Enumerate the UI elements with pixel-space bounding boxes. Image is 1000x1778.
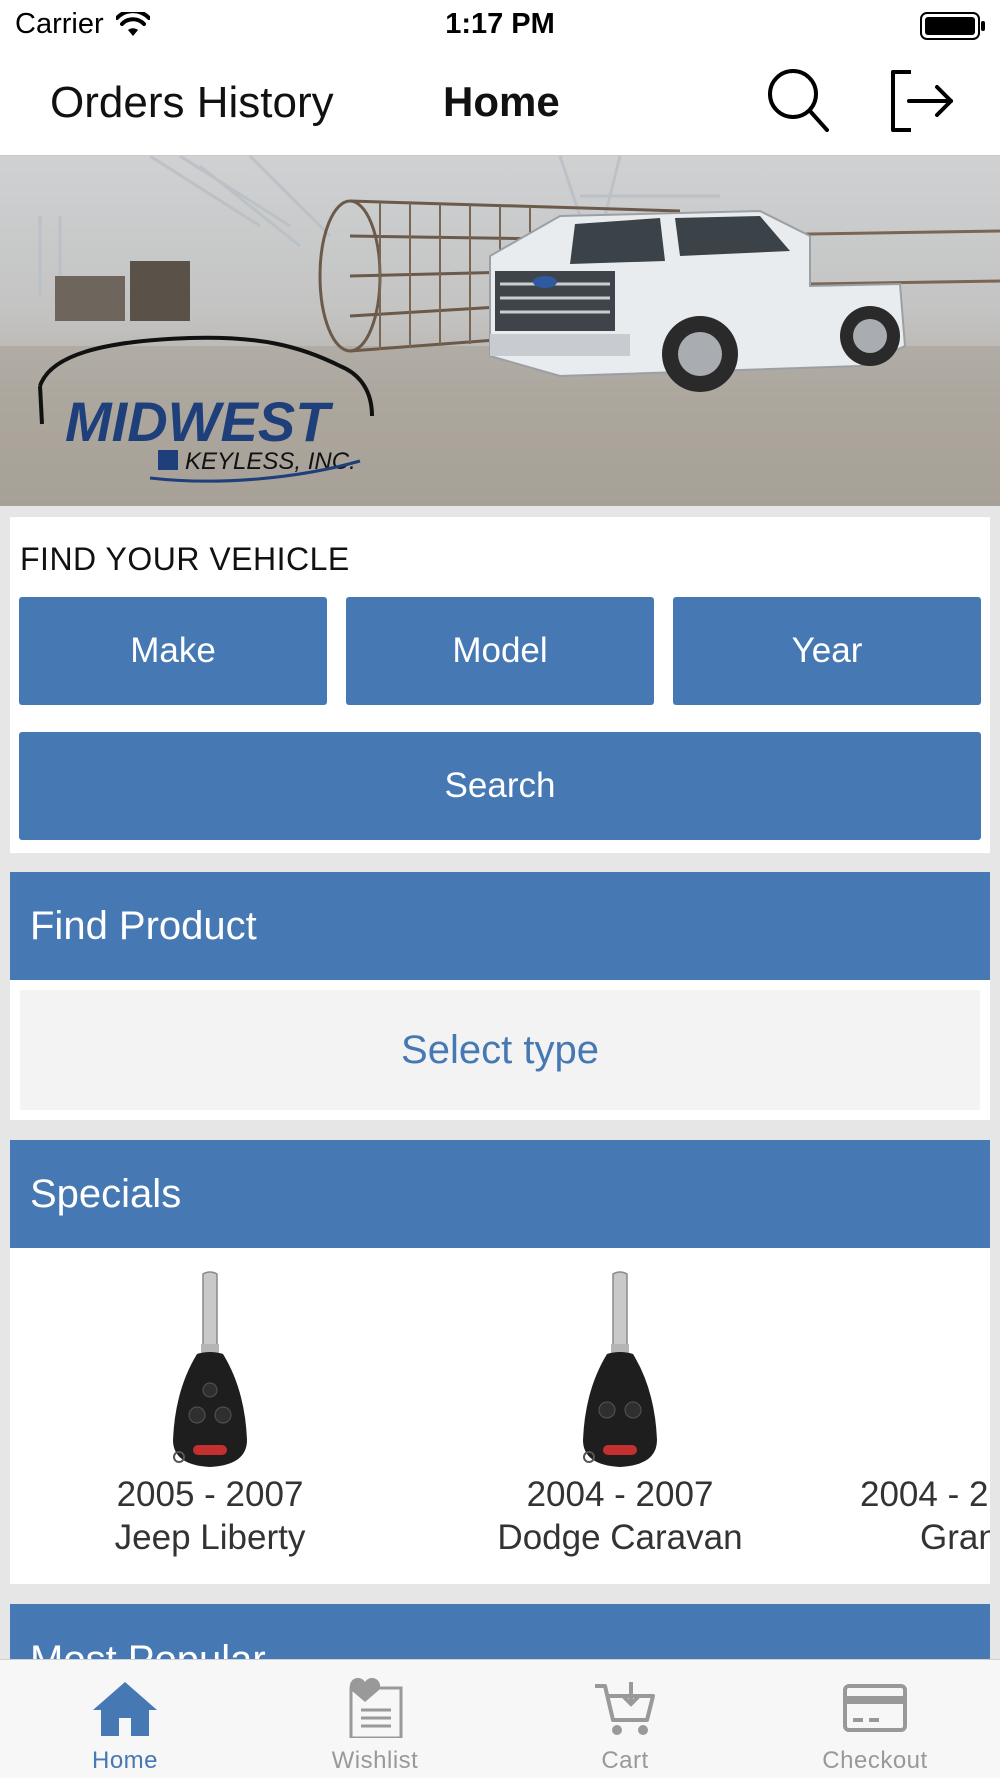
nav-bar: Orders History Home [0,52,1000,156]
special-product-card[interactable]: 2005 - 2007 Jeep Liberty [10,1248,410,1584]
tab-bar: Home Wishlist Cart Checkout [0,1659,1000,1778]
model-button[interactable]: Model [346,597,654,705]
search-button[interactable]: Search [19,732,981,840]
status-bar: Carrier 1:17 PM [0,0,1000,52]
tab-wishlist[interactable]: Wishlist [250,1660,500,1778]
banner-illustration: MIDWEST KEYLESS, INC. [0,156,1000,506]
tab-home-label: Home [91,1747,159,1774]
special-product-card[interactable]: 2004 - 2 Grand [830,1248,990,1584]
find-product-header: Find Product [10,872,990,980]
cart-icon [595,1682,655,1735]
make-button[interactable]: Make [19,597,327,705]
key-fob-image [173,1271,247,1467]
orders-history-link[interactable]: Orders History [50,78,334,128]
search-icon[interactable] [765,66,831,136]
product-name: Dodge Caravan [497,1518,743,1557]
tab-home[interactable]: Home [0,1660,250,1778]
tab-wishlist-label: Wishlist [331,1747,419,1774]
find-vehicle-title: FIND YOUR VEHICLE [20,541,350,577]
select-type-button[interactable]: Select type [20,990,980,1110]
tab-cart-label: Cart [601,1747,649,1774]
home-title[interactable]: Home [443,78,560,126]
status-time: 1:17 PM [445,8,555,40]
product-name: Jeep Liberty [114,1518,306,1557]
svg-text:KEYLESS, INC.: KEYLESS, INC. [185,448,356,475]
specials-carousel[interactable]: 2005 - 2007 Jeep Liberty 2004 - 2007 Dod… [10,1248,990,1584]
key-fob-image [985,1270,990,1470]
special-product-card[interactable]: 2004 - 2007 Dodge Caravan [420,1248,820,1584]
tab-checkout[interactable]: Checkout [750,1660,1000,1778]
product-name: Grand [920,1518,990,1557]
product-years: 2004 - 2007 [526,1475,714,1514]
year-button[interactable]: Year [673,597,981,705]
find-vehicle-card: FIND YOUR VEHICLE Make Model Year Search [10,517,990,853]
wishlist-icon [349,1678,403,1738]
key-fob-image [583,1271,657,1467]
tab-checkout-label: Checkout [822,1747,928,1774]
product-years: 2005 - 2007 [116,1475,304,1514]
battery-icon [920,12,985,40]
svg-text:MIDWEST: MIDWEST [65,390,334,453]
pickup-truck [489,209,907,392]
tab-cart[interactable]: Cart [500,1660,750,1778]
logout-icon[interactable] [887,66,955,136]
banner-image: MIDWEST KEYLESS, INC. [0,156,1000,506]
specials-header: Specials [10,1140,990,1248]
product-years: 2004 - 2 [860,1475,989,1514]
credit-card-icon [843,1684,907,1732]
app-screen: Carrier 1:17 PM Orders History Home MIDW… [0,0,1000,1778]
home-icon [93,1682,157,1736]
find-product-card: Select type [10,980,990,1120]
